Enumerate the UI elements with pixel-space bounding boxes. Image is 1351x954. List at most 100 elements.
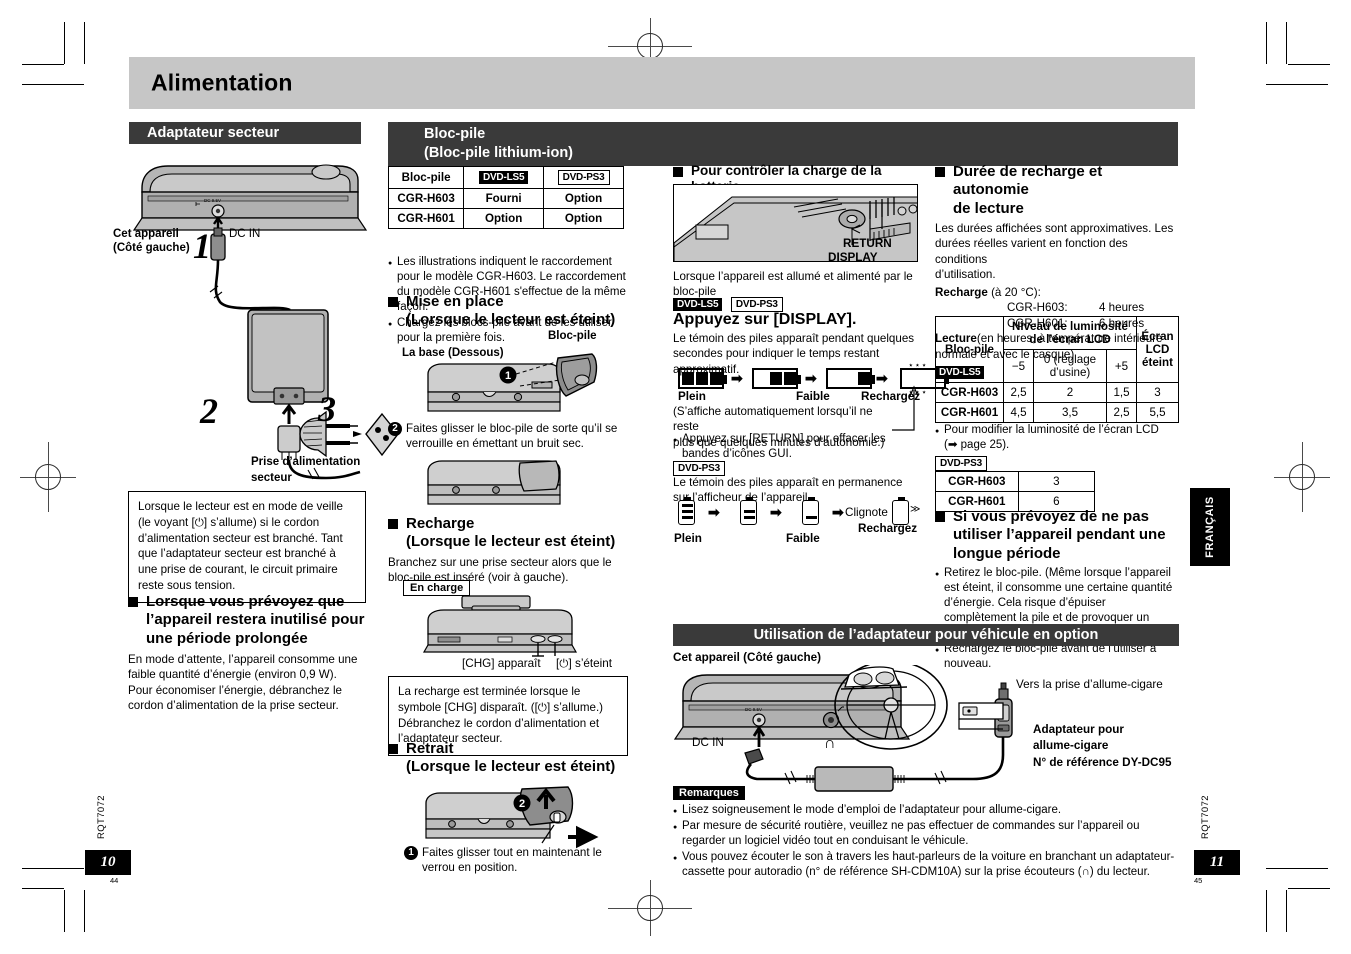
label-low-ls5: Faible — [796, 390, 830, 403]
svg-text:1: 1 — [505, 370, 511, 382]
th-battery: Bloc-pile — [935, 316, 1004, 383]
long-period-block: Si vous prévoyez de ne pas utiliser l’ap… — [935, 508, 1179, 672]
label-blink-ps3: Clignote — [845, 506, 888, 519]
ac-standby-note-text: Lorsque le lecteur est en mode de veille… — [138, 500, 343, 592]
remarks-title-badge: Remarques — [673, 786, 745, 800]
lcd-table-note: Pour modifier la luminosité de l’écran L… — [935, 423, 1179, 454]
svg-text:DC 9.5V: DC 9.5V — [745, 707, 762, 712]
th-plus5: +5 — [1106, 349, 1137, 383]
section-header-car-adapter-label: Utilisation de l’adaptateur pour véhicul… — [753, 627, 1099, 643]
recharge-illustration — [422, 595, 578, 657]
table-row: CGR-H603 3 — [935, 471, 1096, 492]
ac-long-unused-block: Lorsque vous prévoyez que l’appareil res… — [128, 593, 368, 716]
chip-dvd-ls5: DVD-LS5 — [478, 171, 529, 185]
label-full-ps3: Plein — [674, 532, 702, 545]
chip-dvd-ls5: DVD-LS5 — [673, 298, 723, 312]
arrow-icon: ➡ — [708, 504, 720, 520]
removal-block: Retrait (Lorsque le lecteur est éteint) — [388, 740, 634, 779]
page-sub-right: 45 — [1194, 876, 1203, 885]
press-display-heading: Appuyez sur [DISPLAY]. — [673, 311, 857, 328]
th-battery: Bloc-pile — [387, 166, 465, 189]
battery-icon-full — [678, 368, 727, 389]
battery-icon-low — [826, 368, 875, 389]
player-side-illustration — [427, 460, 561, 505]
registration-mark-right — [1274, 442, 1330, 512]
recharge-heading: Recharge (Lorsque le lecteur est éteint) — [388, 515, 634, 552]
section-header-ac-adapter: Adaptateur secteur — [129, 122, 361, 144]
label-full-ls5: Plein — [678, 390, 706, 403]
duration-heading: Durée de recharge et autonomie de lectur… — [935, 163, 1179, 218]
step-badge-1: 1 — [404, 846, 418, 860]
th-ps3: DVD-PS3 — [543, 166, 624, 189]
svg-text:DC 9.5V: DC 9.5V — [204, 198, 221, 203]
recharge-label-chg: [CHG] apparaît — [462, 657, 541, 670]
label-recharge-ps3: Rechargez — [858, 522, 918, 535]
chip-dvd-ps3: DVD-PS3 — [557, 170, 610, 185]
long-period-notes: Retirez le bloc-pile. (Même lorsque l’ap… — [935, 566, 1179, 672]
battery-icon-full — [678, 497, 695, 525]
check-charge-return-note: Appuyez sur [RETURN] pour effacer les ba… — [673, 432, 913, 463]
install-illustration: 1 — [427, 353, 598, 412]
arrow-icon: ➡ — [770, 504, 782, 520]
th-lcd-off: Écran LCD éteint — [1136, 316, 1179, 383]
duration-recharge-label: Recharge — [935, 285, 988, 299]
lcd-brightness-table: Bloc-pile Niveau de luminosité de l’écran… — [935, 316, 1179, 423]
list-item: Appuyez sur [RETURN] pour effacer les ba… — [673, 432, 913, 462]
th-minus5: −5 — [1003, 349, 1034, 383]
recharge-block: Recharge (Lorsque le lecteur est éteint)… — [388, 515, 634, 587]
ac-step-2: 2 — [200, 391, 218, 431]
th-zero: 0 (réglage d’usine) — [1033, 349, 1107, 383]
page-number-right: 11 — [1194, 850, 1240, 875]
ac-standby-note-box: Lorsque le lecteur est en mode de veille… — [128, 491, 366, 603]
ps3-playback-table: CGR-H603 3 CGR-H601 6 — [935, 471, 1096, 512]
blink-marks-icon: ≫ — [910, 504, 921, 515]
section-header-battery-pack: Bloc-pile (Bloc-pile lithium-ion) — [388, 122, 1178, 166]
car-label-device: Cet appareil (Côté gauche) — [673, 651, 822, 664]
registration-mark-left — [20, 442, 76, 512]
page-title-banner: Alimentation — [129, 57, 1195, 109]
recharge-note-text: La recharge est terminée lorsque le symb… — [398, 685, 604, 746]
table-row: CGR-H601 4,5 3,5 2,5 5,5 — [935, 402, 1179, 423]
language-tab: FRANÇAIS — [1190, 488, 1230, 566]
ac-step-3: 3 — [318, 389, 336, 429]
battery-icon-low — [802, 497, 819, 525]
install-block: Mise en place (Lorsque le lecteur est ét… — [388, 293, 634, 332]
table-row: CGR-H601 Option Option — [387, 208, 624, 229]
label-return: RETURN — [843, 237, 892, 250]
ac-label-device: Cet appareil — [113, 228, 179, 240]
list-item: Lisez soigneusement le mode d’emploi de … — [673, 803, 1185, 820]
car-adapter-remarks: Lisez soigneusement le mode d’emploi de … — [673, 803, 1185, 881]
blink-marks-icon: ⋆⋆⋆ — [908, 360, 928, 370]
arrow-icon: ➡ — [805, 370, 817, 386]
list-item: Par mesure de sécurité routière, veuille… — [673, 819, 1185, 849]
label-display: DISPLAY — [828, 251, 878, 264]
long-period-heading: Si vous prévoyez de ne pas utiliser l’ap… — [935, 508, 1179, 563]
section-header-battery-line1: Bloc-pile — [424, 126, 486, 142]
page-number-left: 10 — [85, 850, 131, 875]
label-low-ps3: Faible — [786, 532, 820, 545]
car-label-dc-in: DC IN — [692, 736, 724, 749]
page-title: Alimentation — [151, 69, 293, 96]
table-row-header: Bloc-pile DVD-LS5 DVD-PS3 — [387, 166, 624, 189]
list-item: Vous pouvez écouter le son à travers les… — [673, 850, 1185, 880]
car-label-to-socket: Vers la prise d’allume-cigare — [1016, 678, 1163, 691]
install-step2-text: 2 Faites glisser le bloc-pile de sorte q… — [388, 421, 630, 452]
install-heading: Mise en place (Lorsque le lecteur est ét… — [388, 293, 634, 330]
ac-label-outlet: Prise d’alimentation secteur — [251, 456, 361, 484]
ac-label-device-side: (Côté gauche) — [113, 242, 190, 254]
th-ls5: DVD-LS5 — [463, 166, 545, 189]
svg-text:2: 2 — [519, 798, 525, 810]
ac-label-dc-in: DC IN — [229, 228, 261, 240]
doc-code-right: RQT7072 — [1200, 795, 1211, 839]
language-tab-label: FRANÇAIS — [1204, 496, 1216, 558]
section-header-car-adapter: Utilisation de l’adaptateur pour véhicul… — [673, 624, 1179, 646]
arrow-icon: ➡ — [731, 370, 743, 386]
removal-heading: Retrait (Lorsque le lecteur est éteint) — [388, 740, 634, 777]
chip-dvd-ps3: DVD-PS3 — [935, 456, 987, 472]
section-header-battery-line2: (Bloc-pile lithium-ion) — [424, 144, 574, 161]
recharge-label-power-off: [⏻] s’éteint — [556, 657, 613, 670]
auto-note-pointer — [892, 385, 919, 431]
duration-recharge-line: Recharge (à 20 °C): — [935, 285, 1041, 299]
battery-icon-two-thirds — [740, 497, 757, 525]
registration-mark-bottom — [608, 880, 692, 936]
